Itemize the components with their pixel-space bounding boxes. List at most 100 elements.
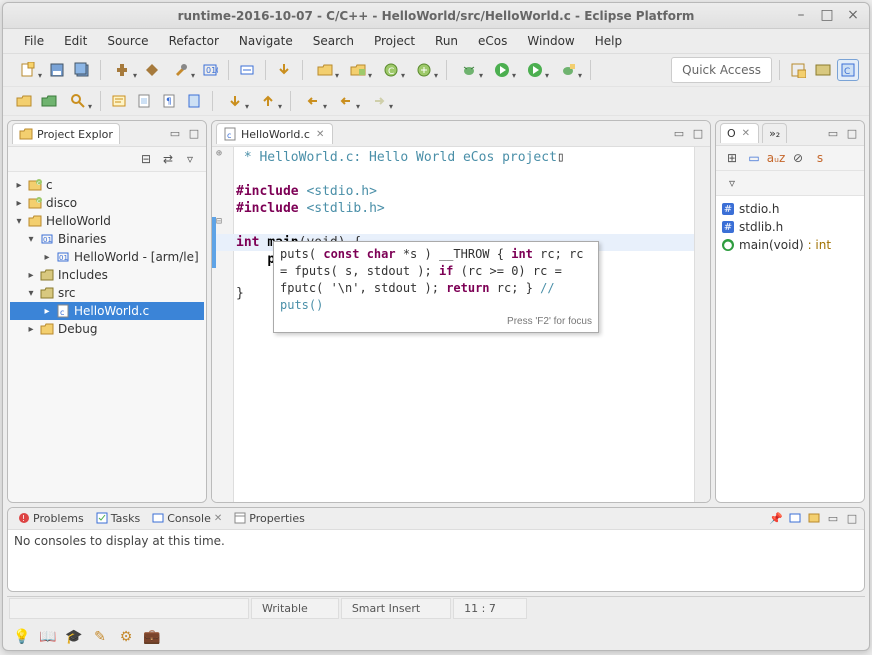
menu-project[interactable]: Project	[365, 31, 424, 51]
outline-maximize-button[interactable]: □	[844, 125, 860, 141]
new-source-folder-button[interactable]	[310, 59, 340, 81]
editor-minimize-button[interactable]: ▭	[671, 126, 687, 142]
close-button[interactable]: ×	[845, 7, 861, 23]
open-perspective-button[interactable]	[787, 59, 809, 81]
tree-item-debug[interactable]: ▸Debug	[10, 320, 204, 338]
tasks-tab[interactable]: Tasks	[96, 512, 140, 525]
tree-item-c[interactable]: ▸cc	[10, 176, 204, 194]
menu-window[interactable]: Window	[518, 31, 583, 51]
editor-tab[interactable]: c HelloWorld.c ✕	[216, 123, 333, 144]
problems-tab[interactable]: !Problems	[18, 512, 84, 525]
display-console-button[interactable]	[787, 510, 803, 526]
graduation-icon[interactable]: 🎓	[65, 628, 83, 646]
open-type-hierarchy-button[interactable]	[38, 90, 60, 112]
project-explorer-tab[interactable]: Project Explor	[12, 123, 120, 144]
open-console-button[interactable]	[806, 510, 822, 526]
tree-item-helloworld[interactable]: ▾HelloWorld	[10, 212, 204, 230]
view-menu-button[interactable]: ▿	[182, 151, 198, 167]
show-whitespace-button[interactable]: ¶	[158, 90, 180, 112]
debug-perspective-button[interactable]: C	[837, 59, 859, 81]
link-editor-button[interactable]: ⇄	[160, 151, 176, 167]
new-class-button[interactable]: C	[376, 59, 406, 81]
outline-item[interactable]: ●main(void) : int	[720, 236, 860, 254]
new-button[interactable]	[13, 59, 43, 81]
fold-expand-icon[interactable]: ⊕	[216, 148, 222, 159]
last-edit-button[interactable]	[298, 90, 328, 112]
book-icon[interactable]: 📖	[39, 628, 57, 646]
properties-tab[interactable]: Properties	[234, 512, 305, 525]
sort-button[interactable]: ⊞	[724, 150, 740, 166]
make-targets-tab[interactable]: »₂	[762, 123, 787, 143]
hide-non-public-button[interactable]: ⊘	[790, 150, 806, 166]
tree-item-disco[interactable]: ▸cdisco	[10, 194, 204, 212]
forward-button[interactable]	[364, 90, 394, 112]
tree-item-helloworld-arm-le-[interactable]: ▸01HelloWorld - [arm/le]	[10, 248, 204, 266]
build-all-button[interactable]	[141, 59, 163, 81]
expander-icon[interactable]: ▾	[14, 216, 24, 227]
editor-body[interactable]: ⊕ ⊟ * HelloWorld.c: Hello World eCos pro…	[212, 147, 710, 502]
maximize-view-button[interactable]: □	[186, 126, 202, 142]
expander-icon[interactable]: ▾	[26, 234, 36, 245]
menu-source[interactable]: Source	[98, 31, 157, 51]
c-cpp-perspective-button[interactable]	[812, 59, 834, 81]
outline-body[interactable]: #stdio.h#stdlib.h●main(void) : int	[716, 196, 864, 502]
maximize-button[interactable]: □	[819, 7, 835, 23]
gear-icon[interactable]: ⚙	[117, 628, 135, 646]
menu-run[interactable]: Run	[426, 31, 467, 51]
editor-gutter[interactable]: ⊕ ⊟	[212, 147, 234, 502]
expander-icon[interactable]: ▾	[26, 288, 36, 299]
close-outline-button[interactable]: ✕	[740, 128, 752, 139]
minimize-button[interactable]: –	[793, 7, 809, 23]
collapse-all-button[interactable]: ⊟	[138, 151, 154, 167]
overview-ruler[interactable]	[694, 147, 710, 502]
open-type-button[interactable]	[409, 59, 439, 81]
step-into-button[interactable]	[273, 59, 295, 81]
expander-icon[interactable]: ▸	[26, 324, 36, 335]
pin-console-button[interactable]: 📌	[768, 510, 784, 526]
run-button[interactable]	[487, 59, 517, 81]
expander-icon[interactable]: ▸	[14, 180, 24, 191]
tree-item-helloworld-c[interactable]: ▸cHelloWorld.c	[10, 302, 204, 320]
outline-view-menu-button[interactable]: ▿	[724, 175, 740, 191]
save-button[interactable]	[46, 59, 68, 81]
open-folder-button[interactable]	[13, 90, 35, 112]
briefcase-icon[interactable]: 💼	[143, 628, 161, 646]
menu-ecos[interactable]: eCos	[469, 31, 516, 51]
profile-button[interactable]	[553, 59, 583, 81]
outline-tab[interactable]: O✕	[720, 123, 759, 143]
menu-search[interactable]: Search	[304, 31, 363, 51]
close-editor-tab-button[interactable]: ✕	[314, 129, 326, 140]
console-tab[interactable]: Console✕	[152, 512, 222, 525]
menu-refactor[interactable]: Refactor	[160, 31, 228, 51]
outline-item[interactable]: #stdlib.h	[720, 218, 860, 236]
bottom-maximize-button[interactable]: □	[844, 510, 860, 526]
quick-access[interactable]: Quick Access	[671, 57, 772, 83]
tree-item-binaries[interactable]: ▾01Binaries	[10, 230, 204, 248]
fold-collapse-icon[interactable]: ⊟	[216, 216, 222, 227]
tip-icon[interactable]: 💡	[13, 628, 31, 646]
filter-sort-button[interactable]: aᵤz	[768, 150, 784, 166]
bottom-minimize-button[interactable]: ▭	[825, 510, 841, 526]
menu-navigate[interactable]: Navigate	[230, 31, 302, 51]
prev-annotation-button[interactable]	[253, 90, 283, 112]
toggle-breadcrumb-button[interactable]	[236, 59, 258, 81]
back-button[interactable]	[331, 90, 361, 112]
run-last-button[interactable]	[520, 59, 550, 81]
project-tree[interactable]: ▸cc▸cdisco▾HelloWorld▾01Binaries▸01Hello…	[8, 172, 206, 502]
minimize-view-button[interactable]: ▭	[167, 126, 183, 142]
build-config-button[interactable]	[166, 59, 196, 81]
toggle-word-wrap-button[interactable]	[183, 90, 205, 112]
expander-icon[interactable]: ▸	[26, 270, 36, 281]
menu-file[interactable]: File	[15, 31, 53, 51]
save-all-button[interactable]	[71, 59, 93, 81]
expander-icon[interactable]: ▸	[42, 252, 52, 263]
build-button[interactable]	[108, 59, 138, 81]
editor-maximize-button[interactable]: □	[690, 126, 706, 142]
block-selection-button[interactable]	[133, 90, 155, 112]
debug-button[interactable]	[454, 59, 484, 81]
menu-edit[interactable]: Edit	[55, 31, 96, 51]
outline-item[interactable]: #stdio.h	[720, 200, 860, 218]
expander-icon[interactable]: ▸	[14, 198, 24, 209]
menu-help[interactable]: Help	[586, 31, 631, 51]
build-target-button[interactable]: 010	[199, 59, 221, 81]
